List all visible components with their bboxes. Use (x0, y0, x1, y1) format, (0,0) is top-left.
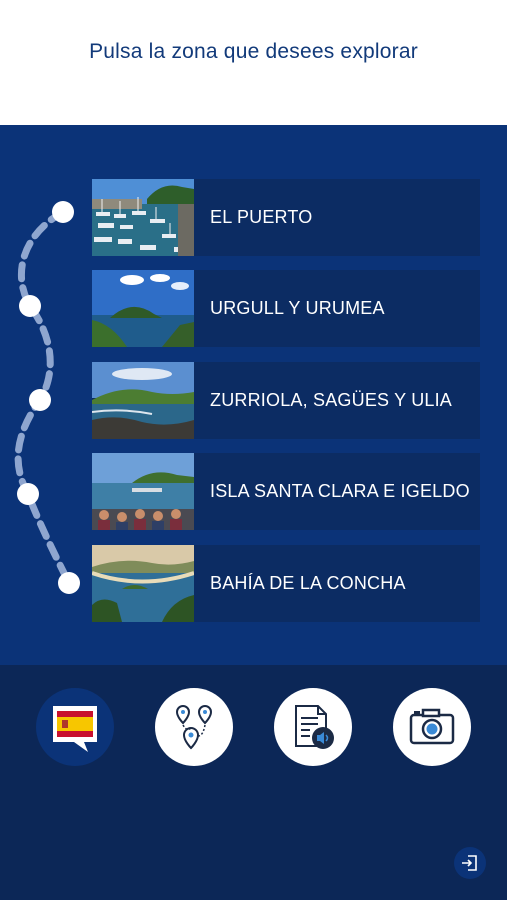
route-stop-5 (58, 572, 80, 594)
exit-button[interactable] (454, 847, 486, 879)
zone-card-urgull-urumea[interactable]: URGULL Y URUMEA (92, 270, 480, 347)
camera-button[interactable] (393, 688, 471, 766)
zone-card-zurriola[interactable]: ZURRIOLA, SAGÜES Y ULIA (92, 362, 480, 439)
route-path (14, 201, 80, 594)
route-stop-1 (52, 201, 74, 223)
language-button[interactable] (36, 688, 114, 766)
route-map-button[interactable] (155, 688, 233, 766)
language-flag-icon (53, 706, 97, 752)
zone-thumbnail-la-concha (92, 545, 194, 622)
page-title: Pulsa la zona que desees explorar (89, 40, 418, 63)
audio-document-icon (295, 705, 334, 749)
zone-list-panel: EL PUERTO URGULL Y URUMEA ZURRIOLA, SAGÜ… (0, 125, 507, 665)
camera-icon (409, 708, 455, 745)
zone-label: BAHÍA DE LA CONCHA (210, 573, 406, 593)
zone-thumbnail-urgull (92, 270, 194, 347)
zone-label: ISLA SANTA CLARA E IGELDO (210, 481, 470, 501)
zone-card-santa-clara[interactable]: ISLA SANTA CLARA E IGELDO (92, 453, 480, 530)
audio-guide-button[interactable] (274, 688, 352, 766)
route-stop-4 (17, 483, 39, 505)
route-stop-3 (29, 389, 51, 411)
logout-icon (462, 855, 477, 871)
zone-card-la-concha[interactable]: BAHÍA DE LA CONCHA (92, 545, 480, 622)
zone-label: EL PUERTO (210, 207, 313, 227)
route-stop-2 (19, 295, 41, 317)
header: Pulsa la zona que desees explorar (0, 0, 507, 125)
zone-label: ZURRIOLA, SAGÜES Y ULIA (210, 390, 453, 410)
route-map-icon (175, 704, 213, 750)
zone-label: URGULL Y URUMEA (210, 298, 385, 318)
zone-thumbnail-zurriola (92, 362, 194, 439)
zone-thumbnail-harbor (92, 179, 194, 256)
zone-thumbnail-santa-clara (92, 453, 194, 530)
zone-card-el-puerto[interactable]: EL PUERTO (92, 179, 480, 256)
